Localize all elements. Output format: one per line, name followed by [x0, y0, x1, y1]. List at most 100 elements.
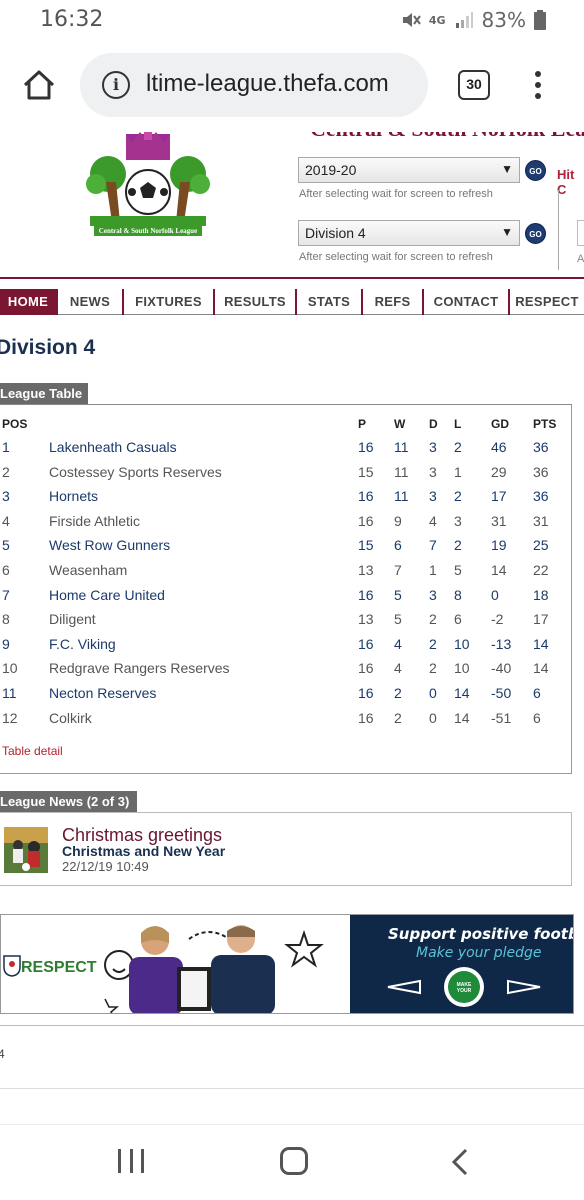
points: 14 [533, 635, 549, 652]
won: 11 [394, 463, 409, 480]
lost: 5 [454, 562, 462, 578]
points: 17 [533, 611, 549, 628]
url-text[interactable]: ltime-league.thefa.com [146, 70, 389, 98]
pledge-panel[interactable]: Support positive football Make your pled… [350, 915, 573, 1013]
season-go-button[interactable]: GO [525, 160, 546, 181]
division-hint: After selecting wait for screen to refre… [299, 251, 493, 263]
league-table: POS P W D L GD PTS 1 Lakenheath Casuals 16… [0, 404, 572, 774]
points: 14 [533, 660, 549, 677]
info-icon[interactable]: i [102, 71, 130, 99]
division-go-button[interactable]: GO [525, 223, 546, 244]
won: 6 [394, 537, 402, 554]
recents-icon[interactable] [118, 1149, 144, 1175]
status-bar: 16:32 4G 83% [0, 0, 584, 40]
won: 4 [394, 635, 402, 652]
table-row: 5 West Row Gunners 15 6 7 2 19 25 [0, 537, 572, 561]
team-name[interactable]: Hornets [49, 488, 98, 504]
season-hint: After selecting wait for screen to refre… [299, 188, 493, 200]
respect-banner[interactable]: RESPECT Support positive football Make y… [0, 914, 574, 1014]
back-icon[interactable] [448, 1147, 472, 1177]
nav-respect[interactable]: RESPECT [510, 289, 584, 315]
nav-stats[interactable]: STATS [297, 289, 363, 315]
header-pos: POS [2, 417, 28, 431]
goal-difference: 29 [491, 463, 507, 480]
respect-logo-text: RESPECT [21, 959, 97, 976]
won: 4 [394, 660, 402, 677]
season-select[interactable]: 2019-20 ▼ [298, 157, 520, 183]
team-name[interactable]: Necton Reserves [49, 685, 156, 701]
league-table-tab: League Table [0, 383, 88, 405]
nav-results[interactable]: RESULTS [215, 289, 297, 315]
league-logo: Central & South Norfolk League [86, 132, 210, 236]
team-name: Redgrave Rangers Reserves [49, 660, 230, 677]
played: 16 [358, 709, 374, 726]
points: 6 [533, 709, 541, 726]
svg-text:Central & South Norfolk League: Central & South Norfolk League [99, 227, 197, 235]
team-name: Colkirk [49, 709, 92, 726]
footer-fragment: 4 [0, 1047, 5, 1061]
site-header: Central & South Norfolk League Central &… [0, 132, 584, 278]
team-name[interactable]: F.C. Viking [49, 636, 116, 652]
battery-icon [534, 10, 546, 30]
news-item[interactable]: Christmas greetings Christmas and New Ye… [0, 812, 572, 886]
row-pos: 8 [2, 611, 10, 628]
signal-icon [455, 12, 473, 28]
drawn: 2 [429, 660, 437, 677]
footer-divider [0, 1025, 584, 1026]
points: 31 [533, 512, 549, 529]
team-name: Costessey Sports Reserves [49, 463, 222, 480]
played: 16 [358, 586, 374, 603]
header-points: PTS [533, 417, 557, 431]
played: 15 [358, 537, 374, 554]
lost: 8 [454, 586, 462, 603]
table-row: 11 Necton Reserves 16 2 0 14 -50 6 [0, 685, 572, 709]
league-title: Central & South Norfolk League [310, 132, 584, 142]
row-pos: 10 [2, 660, 18, 677]
browser-toolbar: i ltime-league.thefa.com 30 [0, 40, 584, 132]
nav-contact[interactable]: CONTACT [424, 289, 510, 315]
division-select[interactable]: Division 4 ▼ [298, 220, 520, 246]
more-menu-icon[interactable] [530, 68, 546, 104]
season-select-value: 2019-20 [305, 162, 357, 178]
table-row: 9 F.C. Viking 16 4 2 10 -13 14 [0, 636, 572, 660]
lost: 14 [454, 709, 470, 726]
address-bar[interactable]: i ltime-league.thefa.com [80, 53, 428, 117]
header-goal-difference: GD [491, 417, 509, 431]
team-name[interactable]: West Row Gunners [49, 537, 170, 553]
won: 11 [394, 488, 409, 505]
points: 18 [533, 586, 549, 603]
header-played: P [358, 417, 367, 431]
partial-input[interactable] [577, 220, 584, 246]
goal-difference: -50 [491, 685, 512, 701]
table-row: 2 Costessey Sports Reserves 15 11 3 1 29 36 [0, 464, 572, 488]
news-thumbnail [4, 827, 48, 873]
tab-switcher-button[interactable]: 30 [458, 70, 490, 100]
goal-difference: 17 [491, 488, 507, 505]
table-row: 6 Weasenham 13 7 1 5 14 22 [0, 562, 572, 586]
players-illustration [104, 925, 324, 1013]
row-pos: 11 [2, 685, 17, 701]
home-button-icon[interactable] [280, 1147, 308, 1175]
league-news-tab: League News (2 of 3) [0, 791, 137, 813]
lost: 2 [454, 537, 462, 554]
table-row: 1 Lakenheath Casuals 16 11 3 2 46 36 [0, 439, 572, 463]
divider [558, 190, 559, 270]
status-icons: 4G 83% [401, 8, 546, 32]
won: 2 [394, 685, 402, 701]
table-detail-link[interactable]: Table detail [2, 744, 63, 758]
nav-refs[interactable]: REFS [363, 289, 424, 315]
nav-news[interactable]: NEWS [58, 289, 124, 315]
lost: 14 [454, 685, 470, 701]
row-pos: 9 [2, 635, 10, 652]
nav-home[interactable]: HOME [0, 289, 58, 315]
fa-crest-icon [3, 955, 21, 977]
row-pos: 7 [2, 586, 10, 603]
goal-difference: 19 [491, 537, 507, 554]
team-name[interactable]: Lakenheath Casuals [49, 439, 177, 455]
drawn: 2 [429, 611, 437, 628]
pledge-button-icon[interactable]: MAKE YOUR [364, 965, 564, 1009]
home-icon[interactable] [22, 68, 56, 102]
drawn: 3 [429, 463, 437, 480]
nav-fixtures[interactable]: FIXTURES [124, 289, 215, 315]
team-name[interactable]: Home Care United [49, 587, 165, 603]
